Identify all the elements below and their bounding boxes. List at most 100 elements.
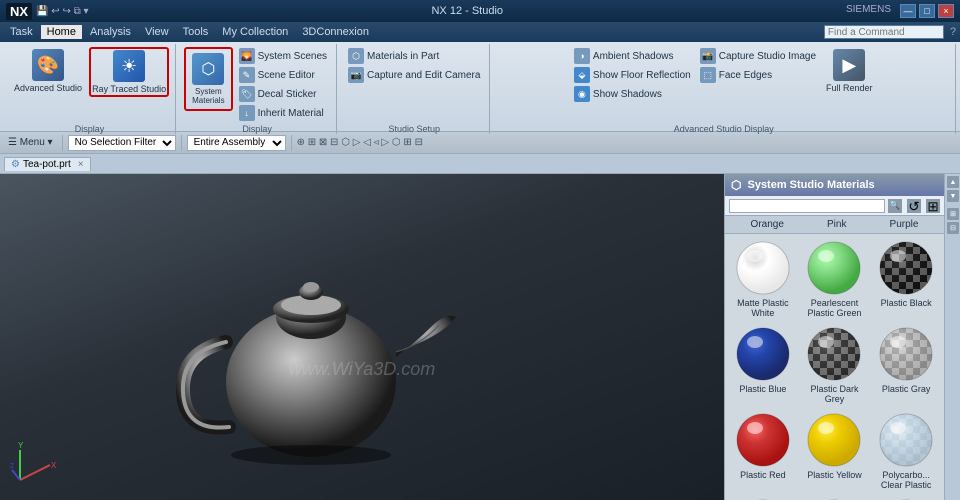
adv-small-btns: ◑ Ambient Shadows ⬙ Show Floor Reflectio… <box>571 47 694 103</box>
material-name: Plastic Black <box>881 298 932 308</box>
purple-category[interactable]: Purple <box>886 219 923 230</box>
assembly-select[interactable]: Entire Assembly <box>187 135 286 151</box>
show-floor-icon: ⬙ <box>574 67 590 83</box>
full-render-button[interactable]: ▶ Full Render <box>822 47 877 95</box>
capture-edit-camera-label: Capture and Edit Camera <box>367 70 480 81</box>
file-icon: ⚙ <box>11 159 20 170</box>
side-btn-1[interactable]: ▲ <box>947 176 959 188</box>
material-name: Plastic Gray <box>882 384 931 394</box>
system-materials-button[interactable]: ⬡ SystemMaterials <box>188 51 228 107</box>
display-label-1: Display <box>75 124 105 134</box>
material-item[interactable]: Polyuretha... Rough <box>872 496 940 500</box>
material-item[interactable]: Pearlescent Plastic Green <box>801 238 869 320</box>
right-panel: ⬡ System Studio Materials 🔍 ↺ ⊞ Orange P… <box>724 174 944 500</box>
small-buttons: 🌄 System Scenes ✎ Scene Editor 🏷 Decal S… <box>236 47 330 122</box>
side-btn-4[interactable]: ⊟ <box>947 222 959 234</box>
panel-title: System Studio Materials <box>747 179 874 191</box>
svg-text:X: X <box>51 461 57 470</box>
side-btn-2[interactable]: ▼ <box>947 190 959 202</box>
material-sphere <box>878 240 934 296</box>
ambient-shadows-button[interactable]: ◑ Ambient Shadows <box>571 47 694 65</box>
material-sphere <box>806 326 862 382</box>
pink-category[interactable]: Pink <box>823 219 850 230</box>
tab-bar: ⚙ Tea-pot.prt × <box>0 154 960 174</box>
capture-edit-camera-button[interactable]: 📷 Capture and Edit Camera <box>345 66 483 84</box>
side-btn-3[interactable]: ⊞ <box>947 208 959 220</box>
material-item[interactable]: Matte Plastic White <box>729 238 797 320</box>
orange-category[interactable]: Orange <box>747 219 788 230</box>
ribbon-group-studio: ⬡ Materials in Part 📷 Capture and Edit C… <box>339 44 490 134</box>
menu-3dconnexion[interactable]: 3DConnexion <box>296 25 375 39</box>
material-item[interactable]: Polypropyl... <box>801 496 869 500</box>
show-floor-reflection-button[interactable]: ⬙ Show Floor Reflection <box>571 66 694 84</box>
capture-studio-button[interactable]: 📸 Capture Studio Image <box>697 47 819 65</box>
material-item[interactable]: Plastic Dark Grey <box>801 324 869 406</box>
file-tab-close[interactable]: × <box>78 159 84 170</box>
face-edges-button[interactable]: ⬚ Face Edges <box>697 66 819 84</box>
menu-task[interactable]: Task <box>4 25 39 39</box>
material-item[interactable]: Plastic Blue <box>729 324 797 406</box>
material-sphere <box>878 326 934 382</box>
system-materials-outline: ⬡ SystemMaterials <box>184 47 232 111</box>
material-name: Plastic Yellow <box>807 470 862 480</box>
material-item[interactable]: Plastic Black <box>872 238 940 320</box>
file-tab[interactable]: ⚙ Tea-pot.prt × <box>4 157 91 171</box>
maximize-button[interactable]: □ <box>919 4 935 18</box>
capture-studio-label: Capture Studio Image <box>719 51 816 62</box>
menu-bar: Task Home Analysis View Tools My Collect… <box>0 22 960 42</box>
close-button[interactable]: × <box>938 4 954 18</box>
system-materials-label: SystemMaterials <box>192 87 224 105</box>
search-button[interactable]: 🔍 <box>888 199 902 213</box>
material-item[interactable]: Polycarbo... Clear Plastic <box>872 410 940 492</box>
decal-sticker-button[interactable]: 🏷 Decal Sticker <box>236 85 330 103</box>
system-scenes-button[interactable]: 🌄 System Scenes <box>236 47 330 65</box>
help-icon[interactable]: ? <box>950 26 956 38</box>
ray-traced-label: Ray Traced Studio <box>92 84 166 94</box>
panel-header: ⬡ System Studio Materials <box>725 174 944 196</box>
material-sphere <box>878 412 934 468</box>
inherit-material-icon: ↓ <box>239 105 255 121</box>
refresh-button[interactable]: ↺ <box>907 199 921 213</box>
menu-tools[interactable]: Tools <box>177 25 215 39</box>
ambient-shadows-icon: ◑ <box>574 48 590 64</box>
app-logo: NX <box>6 3 32 20</box>
system-materials-icon: ⬡ <box>192 53 224 85</box>
panel-header-icon: ⬡ <box>731 178 741 192</box>
material-item[interactable]: Plastic Gray <box>872 324 940 406</box>
material-item[interactable]: Polycarbo... GF <box>729 496 797 500</box>
studio-small-btns: ⬡ Materials in Part 📷 Capture and Edit C… <box>345 47 483 84</box>
title-bar: NX 💾 ↩ ↪ ⧉ ▾ NX 12 - Studio SIEMENS — □ … <box>0 0 960 22</box>
axis-indicator: X Y Z <box>10 440 60 490</box>
face-edges-icon: ⬚ <box>700 67 716 83</box>
panel-side: ▲ ▼ ⊞ ⊟ <box>944 174 960 500</box>
view-toggle-button[interactable]: ⊞ <box>926 199 940 213</box>
show-shadows-button[interactable]: ◉ Show Shadows <box>571 85 694 103</box>
viewport[interactable]: www.WiYa3D.com X Y Z <box>0 174 724 500</box>
title-left: NX 💾 ↩ ↪ ⧉ ▾ <box>6 3 89 20</box>
advanced-studio-button[interactable]: 🎨 Advanced Studio <box>10 47 86 95</box>
materials-in-part-button[interactable]: ⬡ Materials in Part <box>345 47 483 65</box>
selection-filter-select[interactable]: No Selection Filter <box>68 135 176 151</box>
inherit-material-button[interactable]: ↓ Inherit Material <box>236 104 330 122</box>
material-item[interactable]: Plastic Red <box>729 410 797 492</box>
menu-home[interactable]: Home <box>41 25 82 39</box>
materials-in-part-icon: ⬡ <box>348 48 364 64</box>
find-command-input[interactable] <box>824 25 944 39</box>
ribbon: 🎨 Advanced Studio ☀ Ray Traced Studio Di… <box>0 42 960 132</box>
menu-dropdown-button[interactable]: ☰ Menu ▾ <box>4 136 57 149</box>
minimize-button[interactable]: — <box>900 4 916 18</box>
siemens-logo: SIEMENS <box>846 4 891 18</box>
toolbar-sep1 <box>62 135 63 151</box>
material-search-input[interactable] <box>729 199 885 213</box>
ray-traced-studio-button[interactable]: ☀ Ray Traced Studio <box>89 47 169 97</box>
menu-analysis[interactable]: Analysis <box>84 25 137 39</box>
menu-collection[interactable]: My Collection <box>216 25 294 39</box>
ribbon-group-display2: ⬡ SystemMaterials 🌄 System Scenes ✎ Scen… <box>178 44 337 134</box>
ambient-shadows-label: Ambient Shadows <box>593 51 674 62</box>
materials-grid: Matte Plastic WhitePearlescent Plastic G… <box>725 234 944 500</box>
menu-view[interactable]: View <box>139 25 175 39</box>
display-label-2: Display <box>242 124 272 134</box>
scene-editor-button[interactable]: ✎ Scene Editor <box>236 66 330 84</box>
group-buttons: 🎨 Advanced Studio ☀ Ray Traced Studio <box>10 44 169 122</box>
material-item[interactable]: Plastic Yellow <box>801 410 869 492</box>
